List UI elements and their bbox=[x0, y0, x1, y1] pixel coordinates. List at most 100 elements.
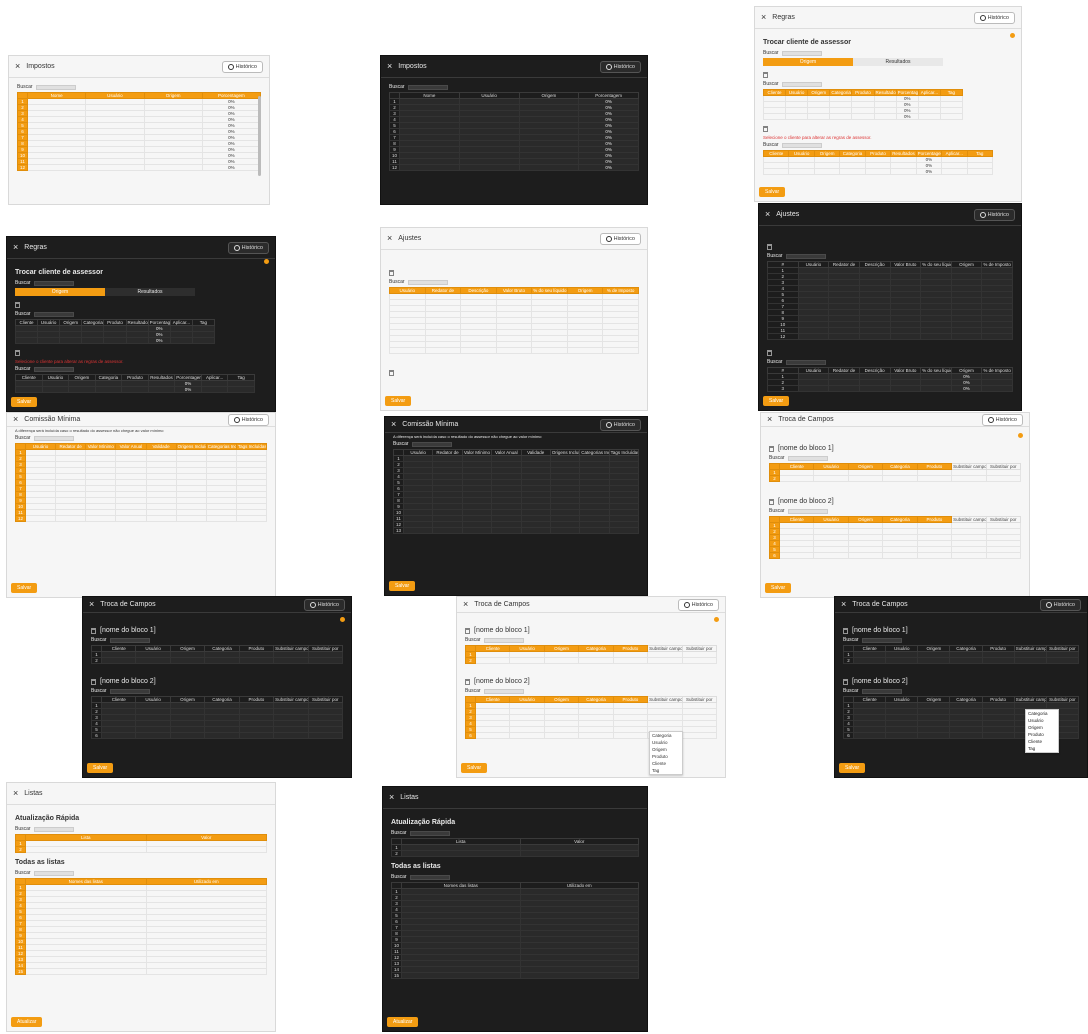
table-cell[interactable] bbox=[885, 732, 919, 739]
table-cell[interactable] bbox=[852, 657, 887, 664]
table-cell[interactable] bbox=[778, 552, 815, 559]
history-button[interactable]: Histórico bbox=[599, 60, 641, 73]
col-header[interactable]: % de Imposto bbox=[981, 367, 1013, 374]
save-button[interactable]: Salvar bbox=[389, 581, 416, 591]
search-input[interactable] bbox=[787, 508, 828, 514]
save-button[interactable]: Salvar bbox=[11, 583, 38, 593]
save-button[interactable]: Salvar bbox=[461, 763, 488, 773]
table-cell[interactable] bbox=[949, 657, 983, 664]
col-header[interactable]: Redator de bbox=[828, 367, 860, 374]
table-cell[interactable] bbox=[949, 732, 983, 739]
table-cell[interactable] bbox=[100, 732, 137, 739]
col-header[interactable]: Substituir por bbox=[307, 696, 344, 703]
dropdown-option[interactable]: Origem bbox=[1026, 724, 1058, 731]
dropdown-option[interactable]: Cliente bbox=[650, 760, 682, 767]
table-row[interactable]: 3 0% bbox=[767, 385, 1013, 392]
trash-icon[interactable] bbox=[769, 498, 774, 505]
table-cell[interactable] bbox=[125, 337, 149, 344]
table-row[interactable]: 15 bbox=[391, 972, 639, 979]
col-header[interactable]: Redator de bbox=[432, 449, 463, 456]
tab-origem[interactable]: Origem bbox=[15, 288, 105, 296]
table-cell[interactable] bbox=[578, 657, 614, 664]
table-row[interactable]: 2 bbox=[769, 475, 1022, 482]
dropdown-option[interactable]: Categoria bbox=[650, 732, 682, 739]
table-row[interactable]: 0% bbox=[15, 386, 255, 393]
trash-icon[interactable] bbox=[389, 270, 394, 276]
search-input[interactable] bbox=[861, 688, 902, 694]
table-cell[interactable] bbox=[121, 386, 149, 393]
table-cell[interactable] bbox=[1013, 657, 1047, 664]
close-icon[interactable]: × bbox=[391, 420, 396, 429]
dropdown-option[interactable]: Tag bbox=[650, 767, 682, 774]
col-header[interactable]: Substituir por bbox=[681, 696, 718, 703]
table-cell[interactable] bbox=[813, 168, 841, 175]
table-cell[interactable] bbox=[458, 164, 520, 171]
search-input[interactable] bbox=[33, 870, 74, 876]
dropdown-option[interactable]: Categoria bbox=[1026, 710, 1058, 717]
table-row[interactable]: 2 bbox=[843, 657, 1080, 664]
scrollbar[interactable] bbox=[258, 96, 261, 176]
table-cell[interactable] bbox=[681, 732, 718, 739]
trash-icon[interactable] bbox=[769, 445, 774, 452]
table-cell[interactable] bbox=[25, 968, 147, 975]
table-cell[interactable] bbox=[916, 552, 953, 559]
table-cell[interactable] bbox=[847, 475, 884, 482]
table-cell[interactable] bbox=[205, 515, 237, 522]
table-cell[interactable] bbox=[401, 850, 521, 857]
search-input[interactable] bbox=[33, 826, 74, 832]
col-header[interactable]: Valor Anual bbox=[115, 443, 147, 450]
col-header[interactable]: Valor Anual bbox=[491, 449, 522, 456]
trash-icon[interactable] bbox=[465, 678, 470, 685]
update-button[interactable]: Atualizar bbox=[11, 1017, 43, 1027]
table-cell[interactable] bbox=[424, 347, 462, 354]
table-cell[interactable] bbox=[981, 385, 1013, 392]
table-row[interactable]: 12 bbox=[767, 333, 1013, 340]
col-header[interactable]: Substituir campo bbox=[1013, 696, 1047, 703]
col-header[interactable]: Origens Incluídas bbox=[549, 449, 581, 456]
table-cell[interactable] bbox=[238, 657, 275, 664]
close-icon[interactable]: × bbox=[767, 415, 772, 424]
trash-icon[interactable] bbox=[91, 627, 96, 634]
table-cell[interactable] bbox=[227, 386, 255, 393]
history-button[interactable]: Histórico bbox=[677, 598, 719, 611]
table-row[interactable]: 0% bbox=[762, 168, 993, 175]
search-input[interactable] bbox=[409, 874, 450, 880]
table-row[interactable]: 2 bbox=[91, 657, 344, 664]
trash-icon[interactable] bbox=[763, 126, 768, 132]
col-header[interactable]: Porcentagem bbox=[915, 150, 943, 157]
table-cell[interactable] bbox=[882, 475, 918, 482]
table-cell[interactable] bbox=[985, 552, 1022, 559]
table-cell[interactable] bbox=[941, 168, 968, 175]
table-cell[interactable]: 0% bbox=[147, 337, 171, 344]
table-cell[interactable] bbox=[147, 386, 176, 393]
table-cell[interactable] bbox=[951, 552, 987, 559]
table-cell[interactable] bbox=[543, 657, 580, 664]
table-cell[interactable] bbox=[566, 347, 604, 354]
col-header[interactable]: % do seu líquido bbox=[920, 367, 952, 374]
close-icon[interactable]: × bbox=[13, 789, 18, 798]
col-header[interactable]: Substituir campo bbox=[647, 696, 683, 703]
table-cell[interactable] bbox=[951, 475, 987, 482]
table-row[interactable]: 6 bbox=[769, 552, 1022, 559]
col-header[interactable]: Porcentagem bbox=[895, 89, 919, 96]
table-row[interactable]: 2 bbox=[391, 850, 639, 857]
search-input[interactable] bbox=[407, 84, 448, 90]
col-header[interactable]: Tags Incluídas bbox=[608, 449, 640, 456]
table-cell[interactable] bbox=[785, 113, 809, 120]
table-row[interactable] bbox=[389, 347, 639, 354]
table-cell[interactable] bbox=[460, 347, 497, 354]
table-row[interactable]: 2 bbox=[465, 657, 718, 664]
col-header[interactable]: Produto bbox=[103, 319, 127, 326]
search-input[interactable] bbox=[35, 84, 76, 90]
table-cell[interactable] bbox=[461, 527, 493, 534]
update-button[interactable]: Atualizar bbox=[387, 1017, 419, 1027]
col-header[interactable]: Substituir campo bbox=[647, 645, 683, 652]
save-button[interactable]: Salvar bbox=[763, 396, 790, 406]
col-header[interactable]: Aplicar... bbox=[169, 319, 193, 326]
table-cell[interactable]: 0% bbox=[174, 386, 202, 393]
table-cell[interactable] bbox=[235, 515, 268, 522]
table-cell[interactable] bbox=[839, 168, 866, 175]
search-input[interactable] bbox=[109, 637, 150, 643]
table-cell[interactable] bbox=[939, 113, 964, 120]
table-cell[interactable] bbox=[100, 657, 137, 664]
